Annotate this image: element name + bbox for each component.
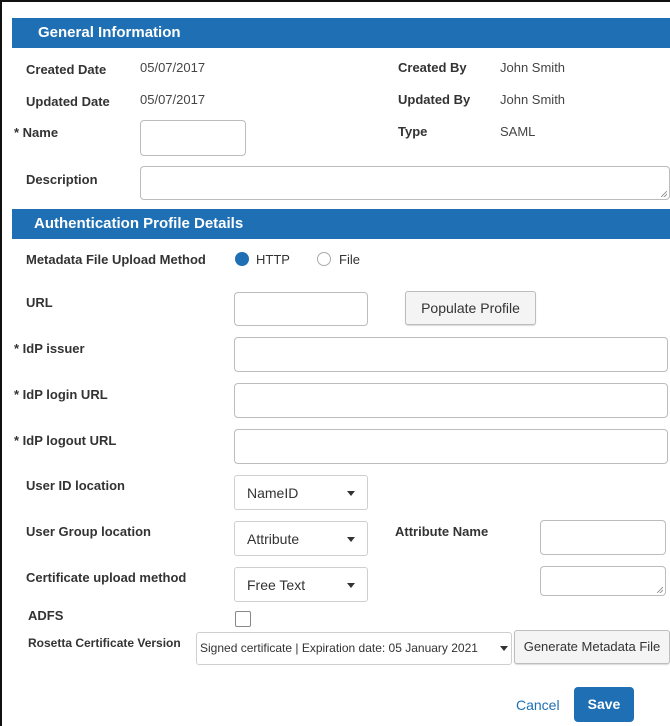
user-id-location-value: NameID (247, 485, 299, 501)
type-value: SAML (500, 124, 536, 139)
created-by-label: Created By (398, 60, 467, 75)
name-label: * Name (14, 125, 58, 140)
adfs-label: ADFS (28, 608, 64, 623)
resize-handle-icon[interactable] (657, 587, 663, 593)
idp-logout-label-text: IdP logout URL (22, 433, 117, 448)
required-marker: * (14, 433, 23, 448)
updated-by-label: Updated By (398, 92, 471, 107)
chevron-down-icon (347, 583, 355, 588)
description-textarea[interactable] (140, 166, 670, 200)
chevron-down-icon (347, 491, 355, 496)
cert-upload-value: Free Text (247, 577, 306, 593)
idp-login-label-text: IdP login URL (22, 387, 108, 402)
cancel-button[interactable]: Cancel (516, 697, 560, 713)
updated-by-value: John Smith (500, 92, 566, 107)
generate-metadata-button[interactable]: Generate Metadata File (514, 630, 670, 664)
required-marker: * (14, 125, 23, 140)
certificate-textarea[interactable] (540, 566, 666, 596)
radio-file-label: File (339, 252, 360, 267)
user-id-location-select[interactable]: NameID (234, 475, 368, 510)
radio-http-label: HTTP (256, 252, 290, 267)
idp-issuer-label: * IdP issuer (14, 341, 85, 356)
user-group-location-select[interactable]: Attribute (234, 521, 368, 556)
idp-login-label: * IdP login URL (14, 387, 108, 402)
adfs-checkbox[interactable] (235, 611, 251, 627)
rosetta-cert-label: Rosetta Certificate Version (28, 636, 181, 650)
user-id-location-label: User ID location (26, 478, 125, 493)
name-input[interactable] (140, 120, 246, 156)
chevron-down-icon (347, 537, 355, 542)
updated-date-label: Updated Date (26, 94, 110, 109)
general-info-title: General Information (38, 24, 181, 41)
radio-file[interactable] (317, 252, 331, 266)
url-label: URL (26, 295, 53, 310)
idp-logout-input[interactable] (234, 429, 668, 464)
created-date-value: 05/07/2017 (140, 60, 206, 75)
cert-upload-select[interactable]: Free Text (234, 567, 368, 602)
save-button[interactable]: Save (574, 687, 634, 722)
user-group-location-label: User Group location (26, 524, 151, 539)
idp-login-input[interactable] (234, 383, 668, 418)
description-label: Description (26, 172, 98, 187)
radio-http[interactable] (235, 252, 249, 266)
auth-profile-title: Authentication Profile Details (34, 215, 244, 232)
idp-issuer-label-text: IdP issuer (22, 341, 85, 356)
chevron-down-icon (500, 646, 508, 651)
name-label-text: Name (22, 125, 59, 140)
required-marker: * (14, 387, 23, 402)
auth-profile-header: Authentication Profile Details (12, 209, 670, 239)
created-by-value: John Smith (500, 60, 566, 75)
created-date-label: Created Date (26, 62, 107, 77)
url-input[interactable] (234, 292, 368, 326)
user-group-location-value: Attribute (247, 531, 300, 547)
resize-handle-icon[interactable] (661, 191, 667, 197)
attribute-name-input[interactable] (540, 520, 666, 555)
upload-method-label: Metadata File Upload Method (26, 252, 206, 267)
required-marker: * (14, 341, 23, 356)
cert-upload-label: Certificate upload method (26, 570, 187, 585)
rosetta-cert-select[interactable]: Signed certificate | Expiration date: 05… (196, 632, 512, 665)
type-label: Type (398, 124, 428, 139)
populate-profile-button[interactable]: Populate Profile (405, 291, 536, 325)
idp-logout-label: * IdP logout URL (14, 433, 116, 448)
updated-date-value: 05/07/2017 (140, 92, 206, 107)
attribute-name-label: Attribute Name (395, 524, 489, 539)
idp-issuer-input[interactable] (234, 337, 668, 372)
rosetta-cert-value: Signed certificate | Expiration date: 05… (200, 641, 478, 655)
general-info-header: General Information (12, 18, 670, 48)
